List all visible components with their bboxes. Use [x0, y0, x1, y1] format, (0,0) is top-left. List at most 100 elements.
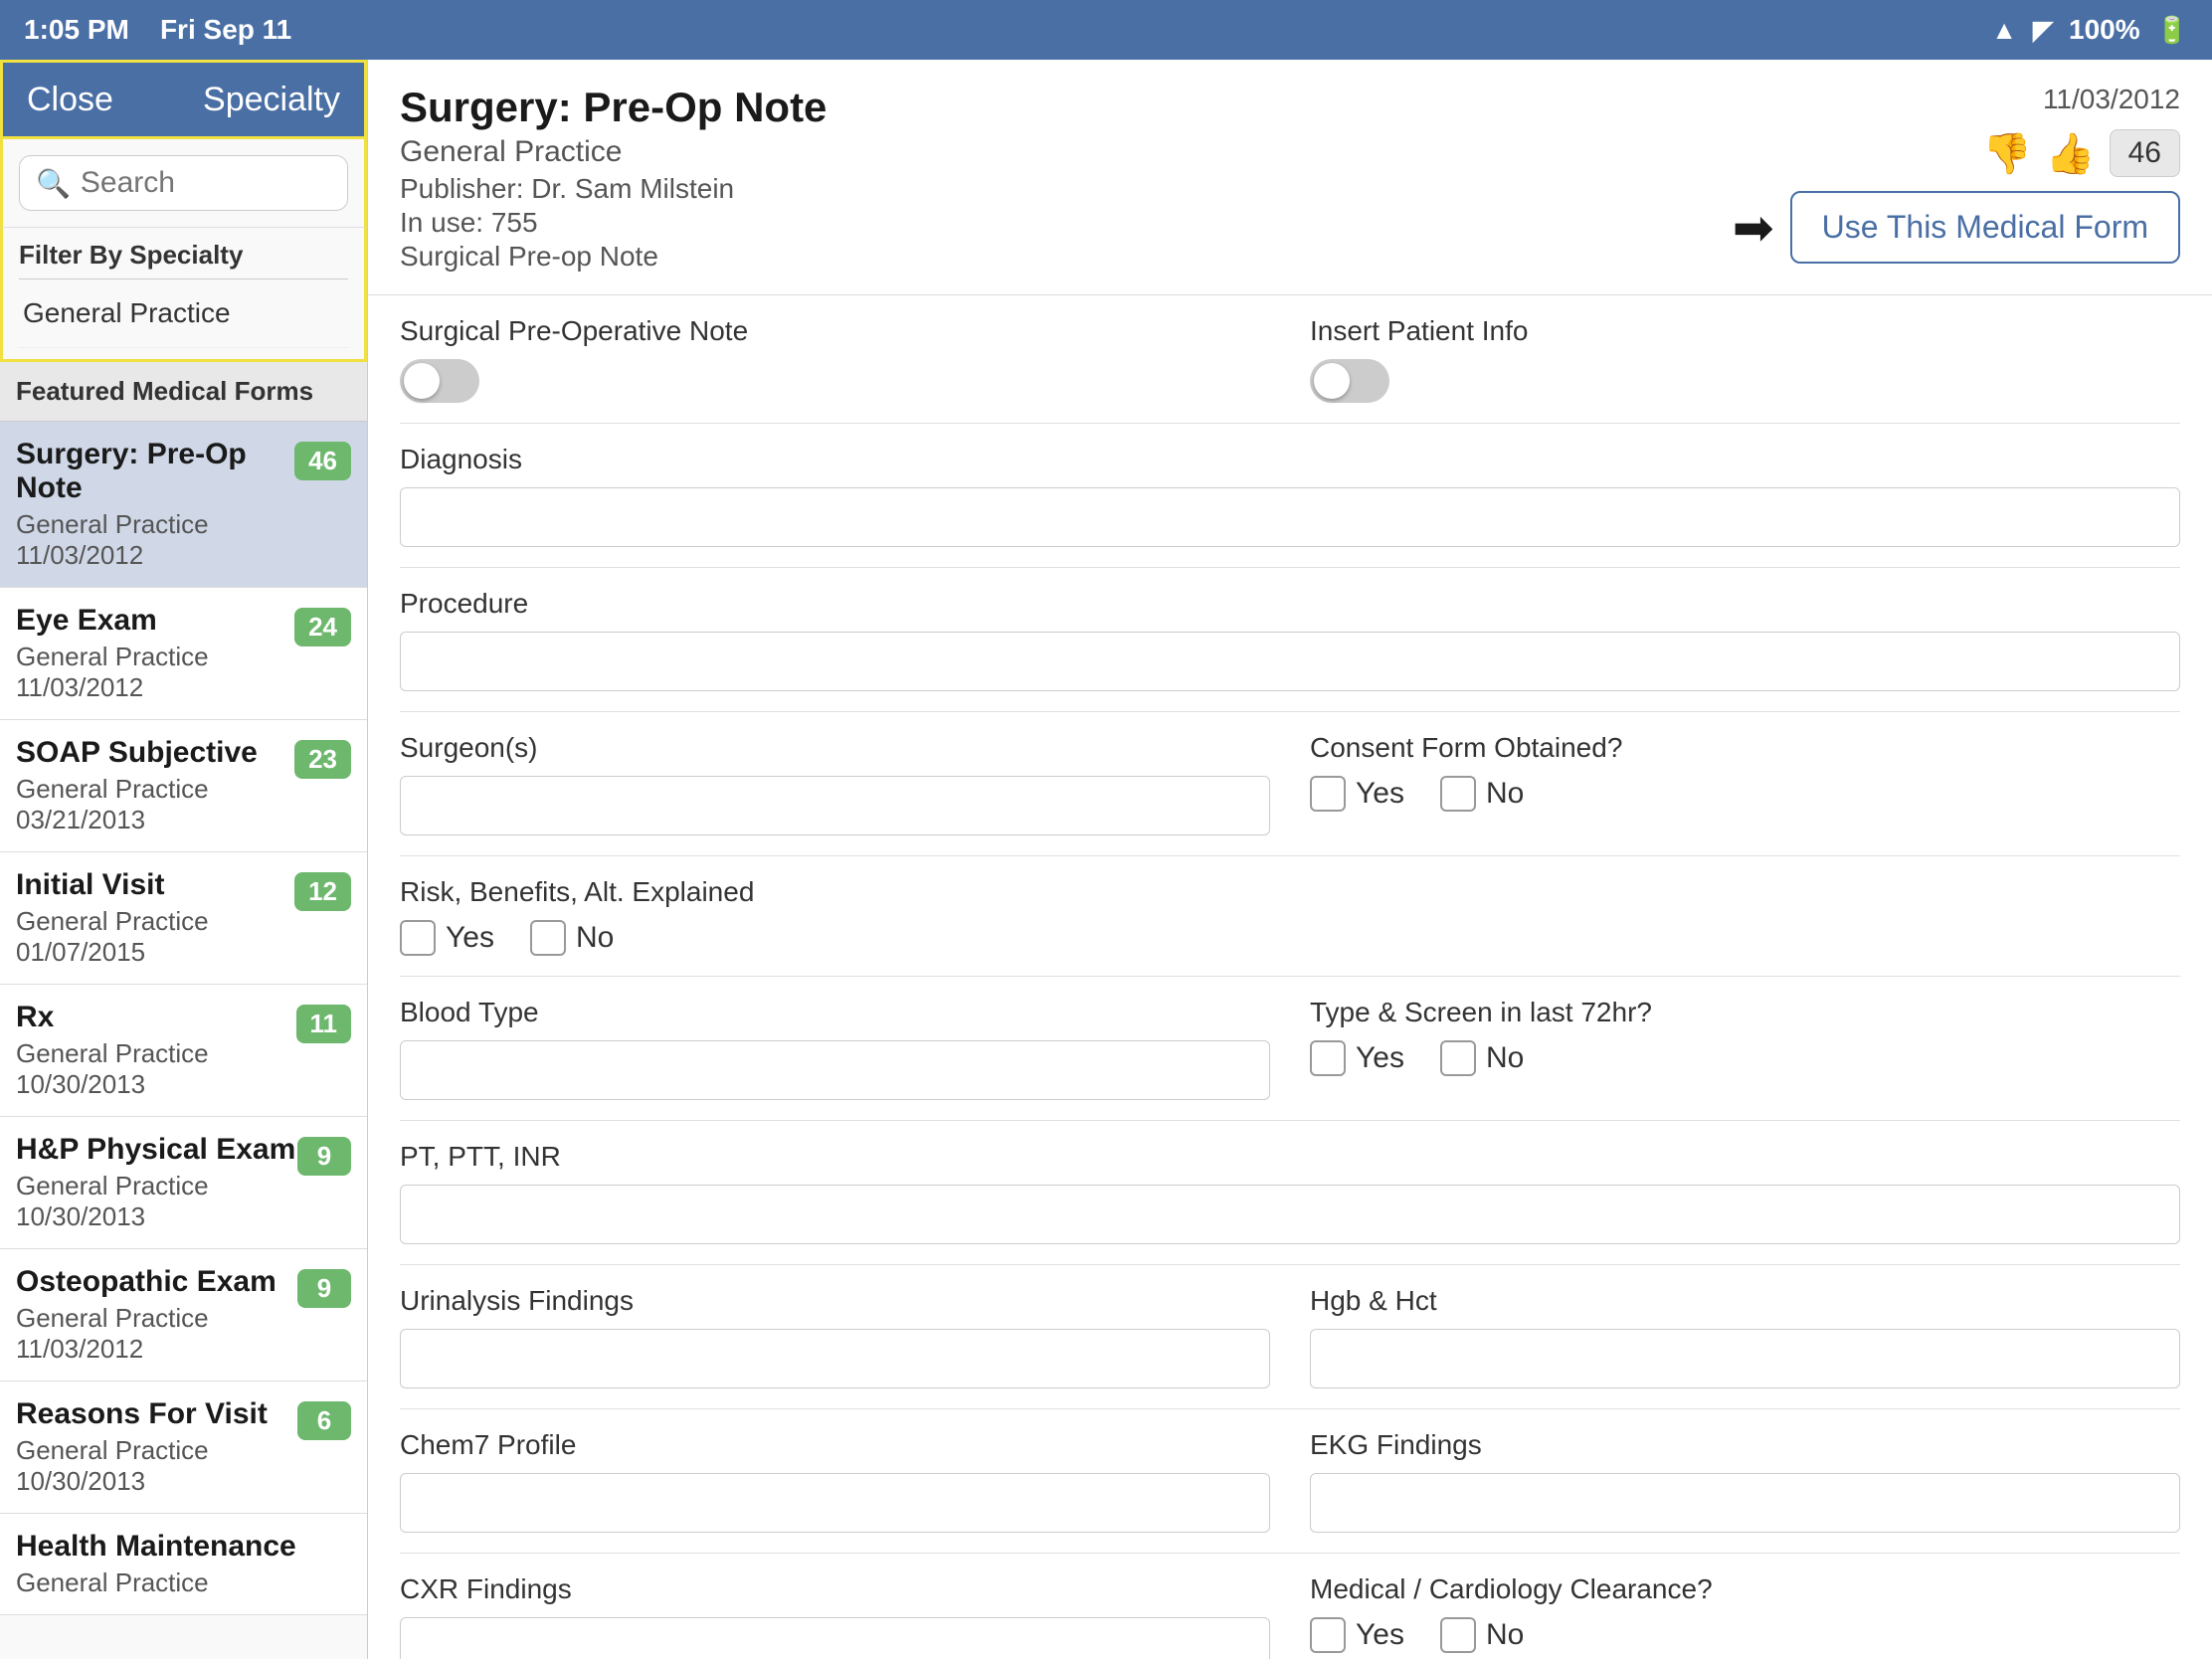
row-toggles: Surgical Pre-Operative Note Insert Patie…	[400, 295, 2180, 424]
field-label-consent: Consent Form Obtained?	[1310, 732, 2180, 764]
form-date: 11/03/2012	[2043, 84, 2180, 115]
input-ekg[interactable]	[1310, 1473, 2180, 1533]
form-item-specialty-5: General Practice	[16, 1171, 297, 1201]
battery-icon: 🔋	[2156, 15, 2188, 46]
form-item-specialty-2: General Practice	[16, 774, 294, 805]
field-label-hgb-hct: Hgb & Hct	[1310, 1285, 2180, 1317]
input-blood-type[interactable]	[400, 1040, 1270, 1100]
status-date: Fri Sep 11	[160, 14, 291, 45]
field-blood-type: Blood Type	[400, 997, 1270, 1100]
input-urinalysis[interactable]	[400, 1329, 1270, 1388]
form-list-item-1[interactable]: Eye Exam General Practice 11/03/2012 24	[0, 588, 367, 720]
status-time: 1:05 PM	[24, 14, 129, 45]
form-item-specialty-4: General Practice	[16, 1038, 296, 1069]
field-label-pt-ptt: PT, PTT, INR	[400, 1141, 2180, 1173]
close-button[interactable]: Close	[27, 81, 113, 119]
thumbs-down-button[interactable]: 👎	[1982, 130, 2032, 177]
left-panel: Close Specialty 🔍 Filter By Specialty Ge…	[0, 60, 368, 1659]
field-label-urinalysis: Urinalysis Findings	[400, 1285, 1270, 1317]
form-list-item-4[interactable]: Rx General Practice 10/30/2013 11	[0, 985, 367, 1117]
checkbox-cardiology-yes-box[interactable]	[1310, 1617, 1346, 1653]
checkbox-risk-yes-box[interactable]	[400, 920, 436, 956]
input-pt-ptt[interactable]	[400, 1185, 2180, 1244]
form-item-badge-7: 6	[297, 1401, 351, 1440]
checkbox-type-screen-yes: Yes	[1310, 1040, 1404, 1076]
form-content: Surgical Pre-Operative Note Insert Patie…	[368, 295, 2212, 1659]
form-item-title-6: Osteopathic Exam	[16, 1265, 297, 1299]
toggle-surgical-preop[interactable]	[400, 359, 479, 403]
input-hgb-hct[interactable]	[1310, 1329, 2180, 1388]
form-item-specialty-0: General Practice	[16, 509, 294, 540]
checkbox-type-screen-yes-box[interactable]	[1310, 1040, 1346, 1076]
featured-header: Featured Medical Forms	[0, 362, 367, 422]
row-surgeon-consent: Surgeon(s) Consent Form Obtained? Yes No	[400, 712, 2180, 856]
checkbox-cardiology-no: No	[1440, 1617, 1524, 1653]
field-cardiology: Medical / Cardiology Clearance? Yes No	[1310, 1573, 2180, 1659]
form-item-title-0: Surgery: Pre-Op Note	[16, 438, 294, 505]
field-label-insert-patient: Insert Patient Info	[1310, 315, 2180, 347]
form-list-item-8[interactable]: Health Maintenance General Practice	[0, 1514, 367, 1615]
form-item-info-4: Rx General Practice 10/30/2013	[16, 1001, 296, 1100]
field-label-diagnosis: Diagnosis	[400, 444, 2180, 475]
form-list-item-6[interactable]: Osteopathic Exam General Practice 11/03/…	[0, 1249, 367, 1382]
form-item-info-1: Eye Exam General Practice 11/03/2012	[16, 604, 294, 703]
field-chem7: Chem7 Profile	[400, 1429, 1270, 1533]
form-item-info-2: SOAP Subjective General Practice 03/21/2…	[16, 736, 294, 835]
form-item-badge-1: 24	[294, 608, 351, 646]
thumbs-up-button[interactable]: 👍	[2046, 130, 2096, 177]
checkbox-consent-no-box[interactable]	[1440, 776, 1476, 812]
form-publisher: Publisher: Dr. Sam Milstein	[400, 173, 827, 205]
input-procedure[interactable]	[400, 632, 2180, 691]
specialty-general-practice[interactable]: General Practice	[19, 279, 348, 348]
form-list-item-2[interactable]: SOAP Subjective General Practice 03/21/2…	[0, 720, 367, 852]
checkbox-consent-yes-box[interactable]	[1310, 776, 1346, 812]
form-list-item-3[interactable]: Initial Visit General Practice 01/07/201…	[0, 852, 367, 985]
form-detail-specialty: General Practice	[400, 135, 827, 169]
field-label-cardiology: Medical / Cardiology Clearance?	[1310, 1573, 2180, 1605]
input-diagnosis[interactable]	[400, 487, 2180, 547]
form-actions-row: 👎 👍 46	[1982, 129, 2180, 177]
form-item-badge-5: 9	[297, 1137, 351, 1176]
checkbox-risk-no-box[interactable]	[530, 920, 566, 956]
row-urinalysis: Urinalysis Findings Hgb & Hct	[400, 1265, 2180, 1409]
form-item-title-7: Reasons For Visit	[16, 1397, 297, 1431]
row-risk: Risk, Benefits, Alt. Explained Yes No	[400, 856, 2180, 977]
checkbox-cardiology-no-box[interactable]	[1440, 1617, 1476, 1653]
checkbox-cardiology-yes: Yes	[1310, 1617, 1404, 1653]
field-surgeons: Surgeon(s)	[400, 732, 1270, 835]
form-item-title-3: Initial Visit	[16, 868, 294, 902]
form-in-use: In use: 755	[400, 207, 827, 239]
form-item-date-6: 11/03/2012	[16, 1334, 297, 1365]
form-item-date-0: 11/03/2012	[16, 540, 294, 571]
form-detail-right: 11/03/2012 👎 👍 46 ➡ Use This Medical For…	[1733, 84, 2180, 264]
form-type: Surgical Pre-op Note	[400, 241, 827, 273]
arrow-use-row: ➡ Use This Medical Form	[1733, 191, 2180, 264]
use-form-button[interactable]: Use This Medical Form	[1790, 191, 2180, 264]
checkbox-group-consent: Yes No	[1310, 776, 2180, 812]
field-ekg: EKG Findings	[1310, 1429, 2180, 1533]
form-list-item-0[interactable]: Surgery: Pre-Op Note General Practice 11…	[0, 422, 367, 588]
input-chem7[interactable]	[400, 1473, 1270, 1533]
form-item-info-7: Reasons For Visit General Practice 10/30…	[16, 1397, 297, 1497]
form-item-info-5: H&P Physical Exam General Practice 10/30…	[16, 1133, 297, 1232]
row-diagnosis: Diagnosis	[400, 424, 2180, 568]
toggle-insert-patient[interactable]	[1310, 359, 1389, 403]
form-item-info-0: Surgery: Pre-Op Note General Practice 11…	[16, 438, 294, 571]
input-cxr[interactable]	[400, 1617, 1270, 1659]
input-surgeons[interactable]	[400, 776, 1270, 835]
checkbox-type-screen-no-box[interactable]	[1440, 1040, 1476, 1076]
form-item-date-1: 11/03/2012	[16, 672, 294, 703]
field-label-procedure: Procedure	[400, 588, 2180, 620]
specialty-button[interactable]: Specialty	[203, 81, 340, 119]
checkbox-group-type-screen: Yes No	[1310, 1040, 2180, 1076]
wifi-icon: ▲	[1991, 15, 2017, 46]
form-item-specialty-1: General Practice	[16, 642, 294, 672]
field-hgb-hct: Hgb & Hct	[1310, 1285, 2180, 1388]
votes-badge: 46	[2110, 129, 2180, 177]
checkbox-risk-no-label: No	[576, 921, 614, 955]
form-list-item-7[interactable]: Reasons For Visit General Practice 10/30…	[0, 1382, 367, 1514]
filter-border	[0, 348, 367, 362]
row-procedure: Procedure	[400, 568, 2180, 712]
form-list-item-5[interactable]: H&P Physical Exam General Practice 10/30…	[0, 1117, 367, 1249]
field-label-blood-type: Blood Type	[400, 997, 1270, 1028]
